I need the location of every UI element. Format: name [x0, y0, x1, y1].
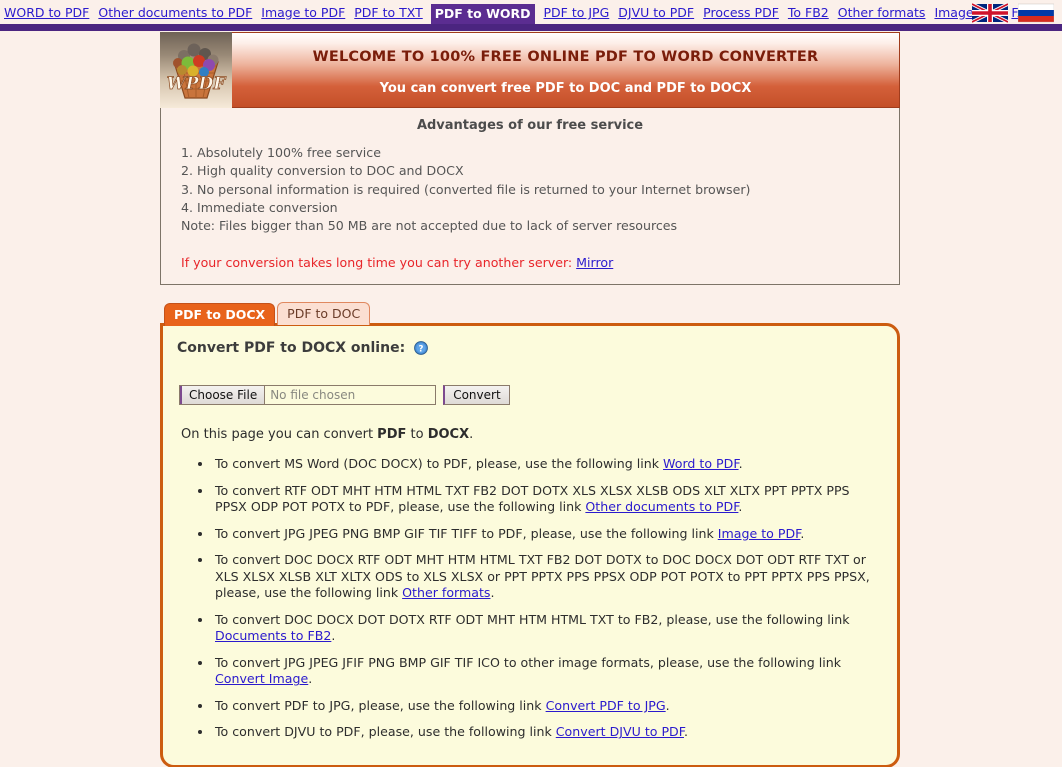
flag-russia-icon[interactable]: [1018, 3, 1054, 23]
mirror-notice: If your conversion takes long time you c…: [171, 255, 889, 270]
nav-link-pdf-to-txt[interactable]: PDF to TXT: [354, 4, 422, 21]
list-item: To convert DOC DOCX RTF ODT MHT HTM HTML…: [213, 552, 883, 602]
svg-text:?: ?: [419, 345, 424, 355]
wpdf-basket-logo-icon[interactable]: WPDF: [160, 32, 232, 108]
list-item: To convert JPG JPEG JFIF PNG BMP GIF TIF…: [213, 655, 883, 688]
list-item-text: To convert JPG JPEG JFIF PNG BMP GIF TIF…: [215, 654, 842, 670]
list-item: To convert MS Word (DOC DOCX) to PDF, pl…: [213, 456, 883, 473]
list-item-suffix: .: [683, 724, 688, 740]
list-item-text: To convert JPG JPEG PNG BMP GIF TIF TIFF…: [215, 525, 718, 541]
mirror-notice-text: If your conversion takes long time you c…: [181, 255, 577, 271]
list-item: To convert DOC DOCX DOT DOTX RTF ODT MHT…: [213, 612, 883, 645]
onpage-suffix: .: [469, 427, 474, 443]
svg-text:WPDF: WPDF: [167, 74, 228, 94]
question-mark-circle-icon[interactable]: ?: [414, 341, 428, 359]
chosen-file-name: No file chosen: [270, 388, 356, 403]
convert-button[interactable]: Convert: [443, 385, 510, 406]
onpage-source-format: PDF: [377, 427, 407, 443]
list-item-link[interactable]: Image to PDF: [718, 526, 801, 541]
list-item-suffix: .: [738, 456, 743, 472]
banner-subtitle: You can convert free PDF to DOC and PDF …: [379, 81, 752, 96]
welcome-banner: WELCOME TO 100% FREE ONLINE PDF TO WORD …: [232, 32, 900, 108]
advantage-item: Note: Files bigger than 50 MB are not ac…: [181, 218, 678, 234]
converter-panel: Convert PDF to DOCX online: ? Choose Fil…: [160, 323, 900, 767]
nav-link-other-formats[interactable]: Other formats: [838, 4, 926, 21]
advantage-item: 4. Immediate conversion: [181, 199, 338, 215]
panel-title: Convert PDF to DOCX online: ?: [177, 340, 883, 359]
banner-title: WELCOME TO 100% FREE ONLINE PDF TO WORD …: [312, 49, 819, 65]
list-item-text: To convert RTF ODT MHT HTM HTML TXT FB2 …: [215, 482, 850, 515]
advantage-item: 2. High quality conversion to DOC and DO…: [181, 163, 464, 179]
nav-link-image[interactable]: Image: [934, 4, 973, 21]
list-item: To convert JPG JPEG PNG BMP GIF TIF TIFF…: [213, 526, 883, 543]
nav-link-djvu-to-pdf[interactable]: DJVU to PDF: [618, 4, 694, 21]
list-item-text: To convert DJVU to PDF, please, use the …: [215, 724, 556, 740]
nav-link-process-pdf[interactable]: Process PDF: [703, 4, 779, 21]
file-input-control[interactable]: Choose File No file chosen: [179, 385, 437, 406]
onpage-middle: to: [406, 427, 428, 443]
site-header: WPDF WELCOME TO 100% FREE ONLINE PDF TO …: [160, 32, 900, 108]
list-item-suffix: .: [490, 585, 495, 601]
list-item-suffix: .: [800, 525, 805, 541]
list-item: To convert PDF to JPG, please, use the f…: [213, 698, 883, 715]
panel-title-text: Convert PDF to DOCX online:: [177, 340, 406, 357]
list-item-link[interactable]: Convert DJVU to PDF: [556, 724, 684, 739]
advantages-box: Advantages of our free service 1. Absolu…: [160, 108, 900, 286]
list-item-suffix: .: [308, 671, 313, 687]
advantages-heading: Advantages of our free service: [416, 118, 644, 133]
top-navigation-bar: WORD to PDF Other documents to PDF Image t…: [0, 0, 1062, 24]
conversion-links-list: To convert MS Word (DOC DOCX) to PDF, pl…: [177, 456, 883, 741]
tab-pdf-to-docx[interactable]: PDF to DOCX: [164, 303, 276, 327]
onpage-description: On this page you can convert PDF to DOCX…: [181, 427, 883, 442]
list-item-link[interactable]: Convert PDF to JPG: [546, 698, 666, 713]
list-item-text: To convert MS Word (DOC DOCX) to PDF, pl…: [215, 456, 664, 472]
conversion-tabs: PDF to DOCX PDF to DOC: [160, 302, 1062, 327]
list-item-suffix: .: [665, 697, 670, 713]
page-container: WPDF WELCOME TO 100% FREE ONLINE PDF TO …: [0, 32, 1062, 767]
list-item-text: To convert PDF to JPG, please, use the f…: [215, 697, 546, 713]
list-item-text: To convert DOC DOCX RTF ODT MHT HTM HTML…: [215, 552, 870, 601]
nav-link-image-to-pdf[interactable]: Image to PDF: [261, 4, 345, 21]
nav-link-other-documents-to-pdf[interactable]: Other documents to PDF: [98, 4, 252, 21]
upload-form-row: Choose File No file chosen Convert: [179, 385, 883, 406]
list-item-link[interactable]: Documents to FB2: [215, 628, 331, 643]
nav-divider-rule: [0, 24, 1062, 31]
mirror-link[interactable]: Mirror: [576, 255, 613, 270]
list-item-link[interactable]: Other formats: [402, 585, 490, 600]
tab-pdf-to-doc[interactable]: PDF to DOC: [277, 302, 371, 326]
list-item-text: To convert DOC DOCX DOT DOTX RTF ODT MHT…: [215, 611, 850, 627]
onpage-target-format: DOCX: [427, 427, 470, 443]
advantage-item: 3. No personal information is required (…: [181, 181, 751, 197]
onpage-prefix: On this page you can convert: [181, 427, 378, 443]
advantage-item: 1. Absolutely 100% free service: [181, 145, 381, 160]
list-item-suffix: .: [738, 499, 743, 515]
flag-uk-icon[interactable]: [972, 3, 1008, 23]
list-item-suffix: .: [331, 628, 336, 644]
list-item: To convert DJVU to PDF, please, use the …: [213, 724, 883, 741]
list-item: To convert RTF ODT MHT HTM HTML TXT FB2 …: [213, 483, 883, 516]
list-item-link[interactable]: Word to PDF: [663, 456, 739, 471]
nav-link-to-fb2[interactable]: To FB2: [788, 4, 829, 21]
nav-link-word-to-pdf[interactable]: WORD to PDF: [4, 4, 89, 21]
choose-file-button[interactable]: Choose File: [180, 386, 266, 405]
list-item-link[interactable]: Other documents to PDF: [585, 499, 738, 514]
language-flags: [972, 3, 1054, 23]
nav-link-pdf-to-jpg[interactable]: PDF to JPG: [544, 4, 610, 21]
list-item-link[interactable]: Convert Image: [215, 671, 308, 686]
nav-link-pdf-to-word[interactable]: PDF to WORD: [430, 4, 535, 24]
